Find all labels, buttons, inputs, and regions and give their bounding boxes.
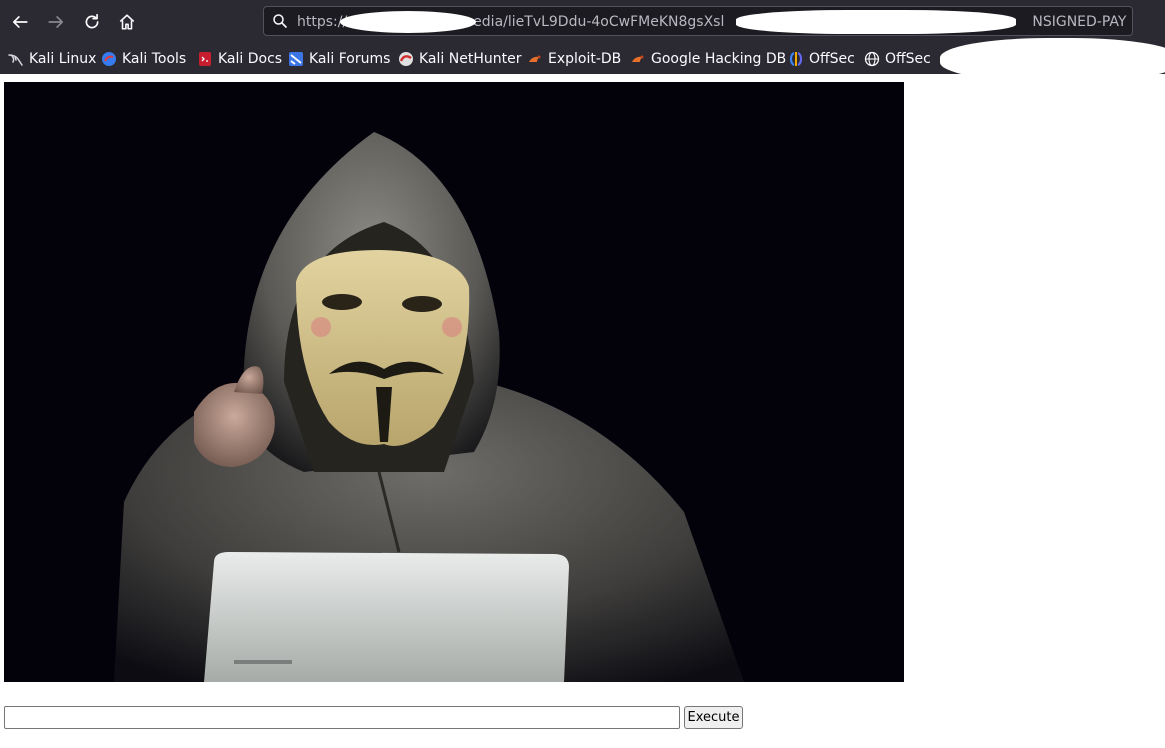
kali-dragon-icon xyxy=(8,54,23,66)
anonymous-hacker-illustration xyxy=(4,82,904,682)
back-button[interactable] xyxy=(4,6,36,38)
bookmark-offsec[interactable]: OffSec xyxy=(788,48,855,70)
kali-docs-icon xyxy=(199,52,211,66)
reload-button[interactable] xyxy=(76,6,108,38)
globe-icon xyxy=(864,51,880,67)
forward-button[interactable] xyxy=(40,6,72,38)
command-input[interactable] xyxy=(4,706,680,729)
bookmark-offsec-2[interactable]: OffSec xyxy=(864,48,931,70)
hacker-image xyxy=(4,82,904,682)
forward-arrow-icon xyxy=(48,16,64,28)
home-icon xyxy=(119,14,135,30)
bookmark-label: Kali Linux xyxy=(29,51,97,67)
bookmark-label: Kali Docs xyxy=(218,51,283,67)
ghdb-icon xyxy=(632,55,644,62)
bookmark-kali-forums[interactable]: Kali Forums xyxy=(288,48,390,70)
bookmark-label: Kali Forums xyxy=(309,51,391,67)
bookmark-label: Kali NetHunter xyxy=(419,51,522,67)
reload-icon xyxy=(85,13,99,29)
url-bar[interactable]: https:// edia/lieTvL9Ddu-4oCwFMeKN8gsXsl… xyxy=(263,6,1133,36)
bookmark-kali-nethunter[interactable]: Kali NetHunter xyxy=(398,48,521,70)
bookmark-kali-tools[interactable]: Kali Tools xyxy=(101,48,186,70)
home-button[interactable] xyxy=(111,6,143,38)
navigation-toolbar: https:// edia/lieTvL9Ddu-4oCwFMeKN8gsXsl… xyxy=(0,0,1165,44)
kali-nethunter-icon xyxy=(399,52,413,66)
kali-tools-icon xyxy=(102,52,116,66)
bookmark-kali-docs[interactable]: Kali Docs xyxy=(197,48,282,70)
bookmark-google-hacking-db[interactable]: Google Hacking DB xyxy=(630,48,786,70)
browser-chrome: https:// edia/lieTvL9Ddu-4oCwFMeKN8gsXsl… xyxy=(0,0,1165,82)
bookmark-label: OffSec xyxy=(885,51,931,67)
bookmarks-toolbar: Kali Linux Kali Tools Kali Docs Kali For… xyxy=(0,38,1165,82)
redaction-mark xyxy=(736,10,1016,34)
bookmark-exploit-db[interactable]: Exploit-DB xyxy=(527,48,621,70)
bookmark-label: Google Hacking DB xyxy=(651,51,787,67)
execute-button[interactable]: Execute xyxy=(684,706,743,729)
bookmark-label: Exploit-DB xyxy=(548,51,622,67)
redaction-mark xyxy=(340,11,476,33)
bookmark-label: Kali Tools xyxy=(122,51,187,67)
search-icon xyxy=(273,14,287,28)
redaction-mark xyxy=(940,38,1165,82)
bookmark-label: OffSec xyxy=(809,51,855,67)
back-arrow-icon xyxy=(12,16,28,28)
offsec-icon xyxy=(789,52,803,66)
exploit-db-icon xyxy=(529,55,541,62)
kali-forums-icon xyxy=(289,52,303,66)
bookmark-kali-linux[interactable]: Kali Linux xyxy=(8,48,96,70)
